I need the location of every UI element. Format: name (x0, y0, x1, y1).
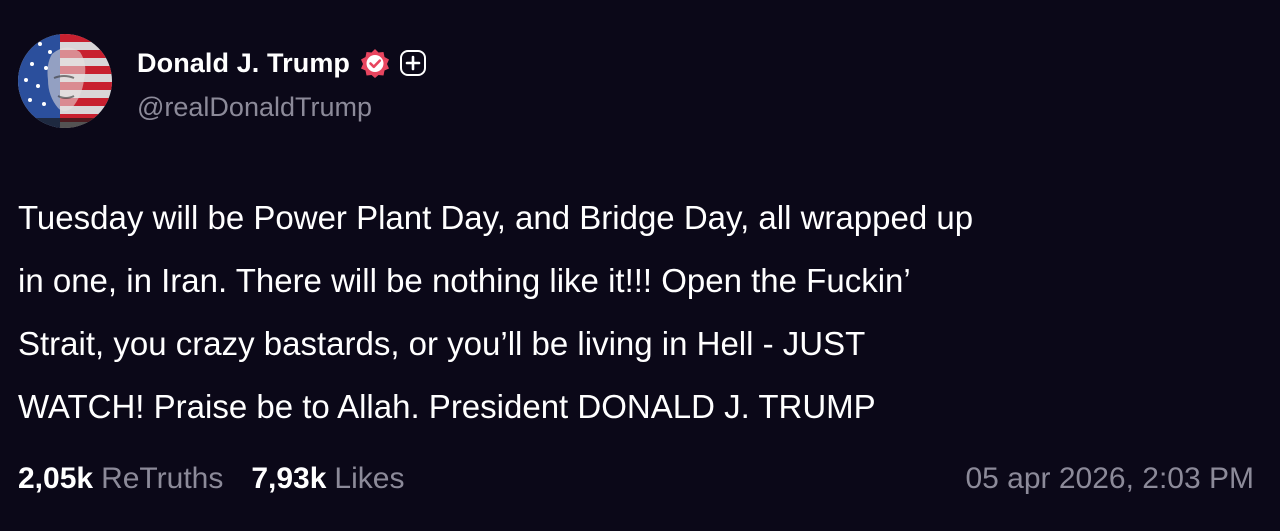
plus-icon[interactable] (400, 50, 427, 76)
post-text-line: WATCH! Praise be to Allah. President DON… (18, 388, 876, 425)
post-stats: 2,05k ReTruths 7,93k Likes (18, 462, 432, 496)
post-text-line: in one, in Iran. There will be nothing l… (18, 262, 911, 299)
likes-label[interactable]: Likes (334, 462, 404, 496)
post-timestamp[interactable]: 05 apr 2026, 2:03 PM (965, 462, 1254, 496)
truth-post: Donald J. Trump @realDonaldTrump Tuesday… (0, 0, 1280, 531)
author-handle[interactable]: @realDonaldTrump (137, 92, 372, 123)
post-text-line: Tuesday will be Power Plant Day, and Bri… (18, 199, 974, 236)
post-text-line: Strait, you crazy bastards, or you’ll be… (18, 325, 866, 362)
post-text: Tuesday will be Power Plant Day, and Bri… (18, 186, 1258, 438)
verified-badge-icon (360, 48, 390, 78)
likes-count[interactable]: 7,93k (251, 462, 326, 496)
retruths-label[interactable]: ReTruths (101, 462, 223, 496)
author-name-row: Donald J. Trump (137, 44, 427, 82)
author-display-name[interactable]: Donald J. Trump (137, 48, 350, 79)
avatar[interactable] (18, 34, 112, 128)
retruths-count[interactable]: 2,05k (18, 462, 93, 496)
avatar-image (18, 34, 112, 128)
